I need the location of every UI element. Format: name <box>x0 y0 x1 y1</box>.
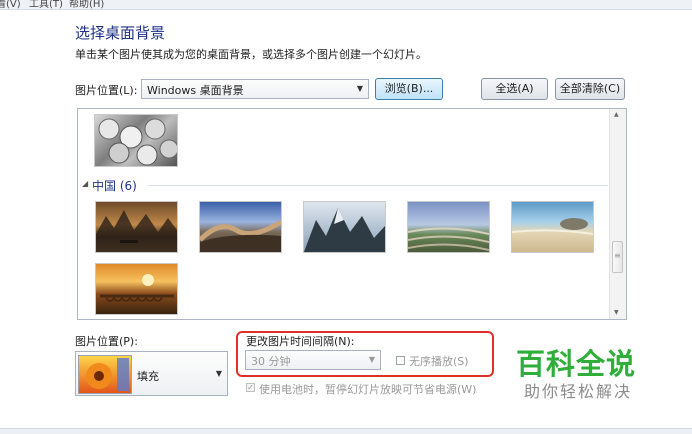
wallpaper-thumbnail-mountains[interactable] <box>303 201 386 253</box>
scroll-grip-icon: ≡ <box>614 251 621 260</box>
picture-position-label: 图片位置(P): <box>75 335 138 348</box>
browse-button[interactable]: 浏览(B)... <box>375 78 443 100</box>
position-preview-icon <box>78 355 132 394</box>
scroll-down-icon[interactable]: ▼ <box>614 309 619 316</box>
wallpaper-thumbnail-bridge[interactable] <box>95 263 178 315</box>
menu-bar: 看(V) 工具(T) 帮助(H) <box>0 0 692 10</box>
battery-checkbox[interactable]: ✓ <box>246 383 255 392</box>
picture-location-value: Windows 桌面背景 <box>147 84 244 97</box>
chevron-down-icon: ▼ <box>215 369 222 378</box>
picture-location-label: 图片位置(L): <box>75 84 138 97</box>
page-description: 单击某个图片使其成为您的桌面背景，或选择多个图片创建一个幻灯片。 <box>75 48 427 61</box>
group-header-china[interactable]: 中国 (6) <box>92 177 137 194</box>
group-divider <box>148 185 608 186</box>
bottom-bar <box>0 428 692 434</box>
gallery-scrollbar[interactable]: ▲ ≡ ▼ <box>609 109 626 319</box>
menu-tools[interactable]: 工具(T) <box>29 0 63 9</box>
highlight-box <box>236 331 494 377</box>
select-all-button[interactable]: 全选(A) <box>481 78 548 100</box>
wallpaper-gallery[interactable]: ◢ 中国 (6) ▲ ≡ ▼ <box>77 108 627 320</box>
clear-all-button[interactable]: 全部清除(C) <box>555 78 625 100</box>
picture-location-select[interactable]: Windows 桌面背景 ▼ <box>141 79 369 99</box>
scroll-thumb[interactable]: ≡ <box>612 241 623 273</box>
picture-position-select[interactable]: 填充 ▼ <box>75 351 228 396</box>
menu-view[interactable]: 看(V) <box>0 0 21 9</box>
menu-help[interactable]: 帮助(H) <box>69 0 104 9</box>
collapse-icon[interactable]: ◢ <box>82 179 88 188</box>
wallpaper-thumbnail-guilin[interactable] <box>95 201 178 253</box>
watermark-subtitle: 助你轻松解决 <box>524 382 633 401</box>
wallpaper-thumbnail-beach[interactable] <box>511 201 594 253</box>
wallpaper-thumbnail-bubbles[interactable] <box>94 114 178 167</box>
chevron-down-icon: ▼ <box>356 84 363 93</box>
battery-label: 使用电池时，暂停幻灯片放映可节省电源(W) <box>259 383 477 396</box>
wallpaper-thumbnail-great-wall[interactable] <box>199 201 282 253</box>
picture-position-value: 填充 <box>137 370 159 383</box>
scroll-up-icon[interactable]: ▲ <box>614 111 619 118</box>
watermark-title: 百科全说 <box>516 347 637 381</box>
wallpaper-thumbnail-terraces[interactable] <box>407 201 490 253</box>
page-title: 选择桌面背景 <box>75 24 166 42</box>
